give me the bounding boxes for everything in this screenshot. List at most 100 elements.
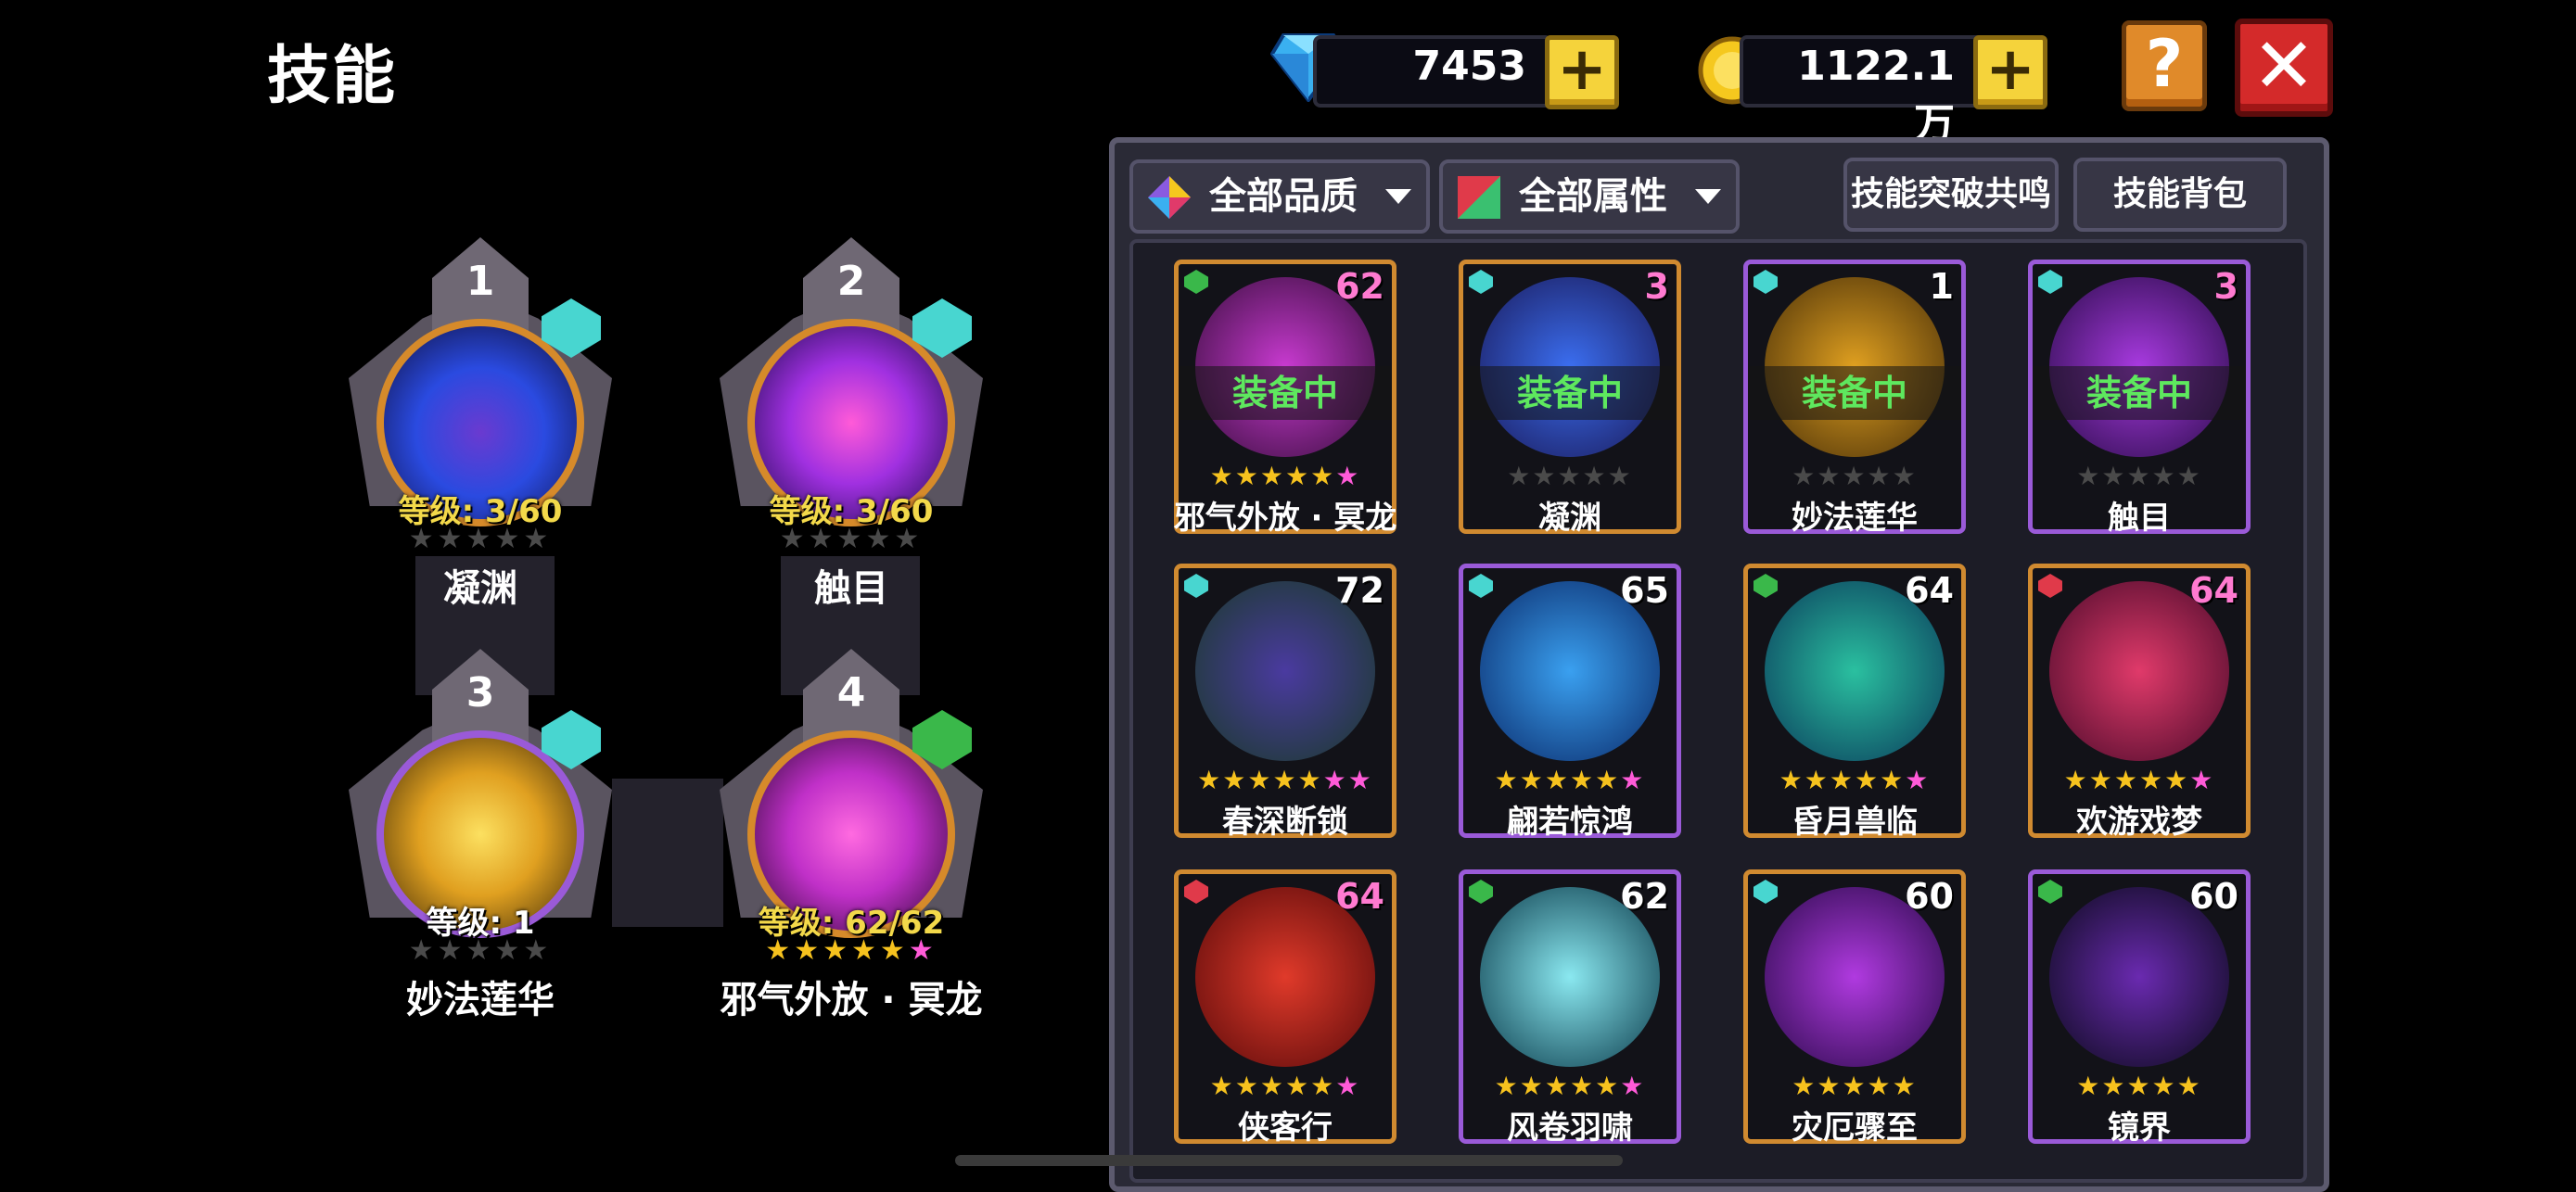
cyan-gem-icon — [1469, 270, 1493, 294]
star-icon: ★ — [1209, 1071, 1235, 1101]
green-gem-icon — [1753, 574, 1778, 598]
star-icon: ★ — [2164, 765, 2190, 795]
skill-card[interactable]: 3 装备中 ★★★★★ 凝渊 — [1459, 260, 1681, 537]
gem-balance: 7453 — [1412, 43, 1526, 90]
star-rating: ★★★★★ — [1748, 1071, 1961, 1101]
star-icon: ★ — [1855, 765, 1881, 795]
star-icon: ★ — [1197, 765, 1223, 795]
attribute-filter-dropdown[interactable]: 全部属性 — [1439, 159, 1740, 234]
add-gems-button[interactable]: + — [1545, 35, 1619, 109]
star-icon: ★ — [1494, 765, 1520, 795]
skill-card[interactable]: 64 ★★★★★★ 侠客行 — [1174, 869, 1396, 1147]
card-level: 1 — [1929, 266, 1954, 307]
star-icon: ★ — [523, 934, 553, 967]
star-rating: ★★★★★ — [341, 523, 619, 555]
star-icon: ★ — [1817, 1071, 1843, 1101]
star-icon: ★ — [1620, 765, 1646, 795]
slot-number: 3 — [465, 669, 495, 716]
star-icon: ★ — [1335, 1071, 1361, 1101]
skill-card[interactable]: 60 ★★★★★ 灾厄骤至 — [1743, 869, 1966, 1147]
slot-skill-name: 妙法莲华 — [406, 979, 555, 1021]
slot-skill-name: 触目 — [814, 567, 888, 610]
star-icon: ★ — [836, 523, 866, 555]
close-button[interactable]: ✕ — [2235, 19, 2333, 117]
quality-filter-label: 全部品质 — [1209, 175, 1358, 218]
star-icon: ★ — [1779, 765, 1804, 795]
star-icon: ★ — [408, 523, 438, 555]
star-icon: ★ — [1259, 1071, 1285, 1101]
equipped-slot-3[interactable]: 3 等级: 1 ★★★★★ 妙法莲华 — [323, 649, 638, 1021]
star-rating: ★★★★★ — [2033, 461, 2246, 491]
slot-number: 4 — [836, 669, 866, 716]
star-icon: ★ — [2063, 765, 2089, 795]
star-icon: ★ — [1544, 765, 1570, 795]
star-icon: ★ — [1905, 765, 1931, 795]
quality-filter-dropdown[interactable]: 全部品质 — [1129, 159, 1430, 234]
star-icon: ★ — [1259, 461, 1285, 491]
skill-card[interactable]: 64 ★★★★★★ 欢游戏梦 — [2028, 564, 2251, 841]
star-icon: ★ — [1507, 461, 1533, 491]
star-icon: ★ — [2126, 1071, 2152, 1101]
star-icon: ★ — [1532, 461, 1558, 491]
star-icon: ★ — [2088, 765, 2114, 795]
skill-card[interactable]: 1 装备中 ★★★★★ 妙法莲华 — [1743, 260, 1966, 537]
skill-resonance-button[interactable]: 技能突破共鸣 — [1843, 158, 2059, 232]
card-skill-name: 春深断锁 — [1222, 804, 1348, 841]
red-gem-icon — [2038, 574, 2062, 598]
star-icon: ★ — [1792, 1071, 1817, 1101]
equipped-slot-2[interactable]: 2 等级: 3/60 ★★★★★ 触目 — [694, 237, 1009, 610]
star-icon: ★ — [1570, 1071, 1596, 1101]
star-icon: ★ — [1322, 765, 1348, 795]
red-gem-icon — [1184, 880, 1208, 904]
star-rating: ★★★★★★ — [1179, 1071, 1392, 1101]
help-button[interactable]: ? — [2122, 20, 2207, 111]
star-icon: ★ — [1607, 461, 1633, 491]
add-gold-button[interactable]: + — [1973, 35, 2047, 109]
star-icon: ★ — [1867, 461, 1893, 491]
attribute-filter-label: 全部属性 — [1519, 175, 1667, 218]
star-rating: ★★★★★★ — [712, 934, 990, 967]
star-icon: ★ — [1892, 461, 1918, 491]
green-gem-icon — [2038, 880, 2062, 904]
card-skill-name: 触目 — [2108, 500, 2171, 537]
star-icon: ★ — [2151, 461, 2177, 491]
color-swatch-icon — [1458, 176, 1500, 219]
star-icon: ★ — [2126, 461, 2152, 491]
star-icon: ★ — [823, 934, 851, 967]
skill-card[interactable]: 65 ★★★★★★ 翩若惊鸿 — [1459, 564, 1681, 841]
skill-card[interactable]: 62 ★★★★★★ 风卷羽啸 — [1459, 869, 1681, 1147]
skill-card[interactable]: 60 ★★★★★ 镜界 — [2028, 869, 2251, 1147]
skill-card[interactable]: 62 装备中 ★★★★★★ 邪气外放 · 冥龙 — [1174, 260, 1396, 537]
star-icon: ★ — [1335, 461, 1361, 491]
star-icon: ★ — [1222, 765, 1248, 795]
star-rating: ★★★★★ — [712, 523, 990, 555]
star-icon: ★ — [1272, 765, 1298, 795]
star-rating: ★★★★★★ — [2033, 765, 2246, 795]
star-icon: ★ — [808, 523, 837, 555]
star-icon: ★ — [894, 523, 924, 555]
skill-backpack-button[interactable]: 技能背包 — [2073, 158, 2287, 232]
star-icon: ★ — [1620, 1071, 1646, 1101]
skill-card[interactable]: 64 ★★★★★★ 昏月兽临 — [1743, 564, 1966, 841]
star-icon: ★ — [1234, 1071, 1260, 1101]
star-icon: ★ — [2076, 461, 2102, 491]
star-icon: ★ — [437, 523, 466, 555]
star-icon: ★ — [1804, 765, 1830, 795]
skill-card[interactable]: 3 装备中 ★★★★★ 触目 — [2028, 260, 2251, 537]
star-icon: ★ — [1234, 461, 1260, 491]
star-rating: ★★★★★★ — [1748, 765, 1961, 795]
star-icon: ★ — [908, 934, 937, 967]
horizontal-scrollbar[interactable] — [955, 1155, 1623, 1166]
star-icon: ★ — [1595, 765, 1621, 795]
skill-card[interactable]: 72 ★★★★★★★ 春深断锁 — [1174, 564, 1396, 841]
equipped-slot-4[interactable]: 4 等级: 62/62 ★★★★★★ 邪气外放 · 冥龙 — [694, 649, 1009, 1021]
star-icon: ★ — [465, 934, 495, 967]
equipped-slot-1[interactable]: 1 等级: 3/60 ★★★★★ 凝渊 — [323, 237, 638, 610]
star-icon: ★ — [408, 934, 438, 967]
chevron-down-icon — [1385, 189, 1411, 204]
star-icon: ★ — [1842, 461, 1868, 491]
cyan-gem-icon — [1753, 270, 1778, 294]
card-skill-name: 邪气外放 · 冥龙 — [1173, 500, 1397, 537]
star-icon: ★ — [1867, 1071, 1893, 1101]
rainbow-diamond-icon — [1148, 176, 1191, 219]
